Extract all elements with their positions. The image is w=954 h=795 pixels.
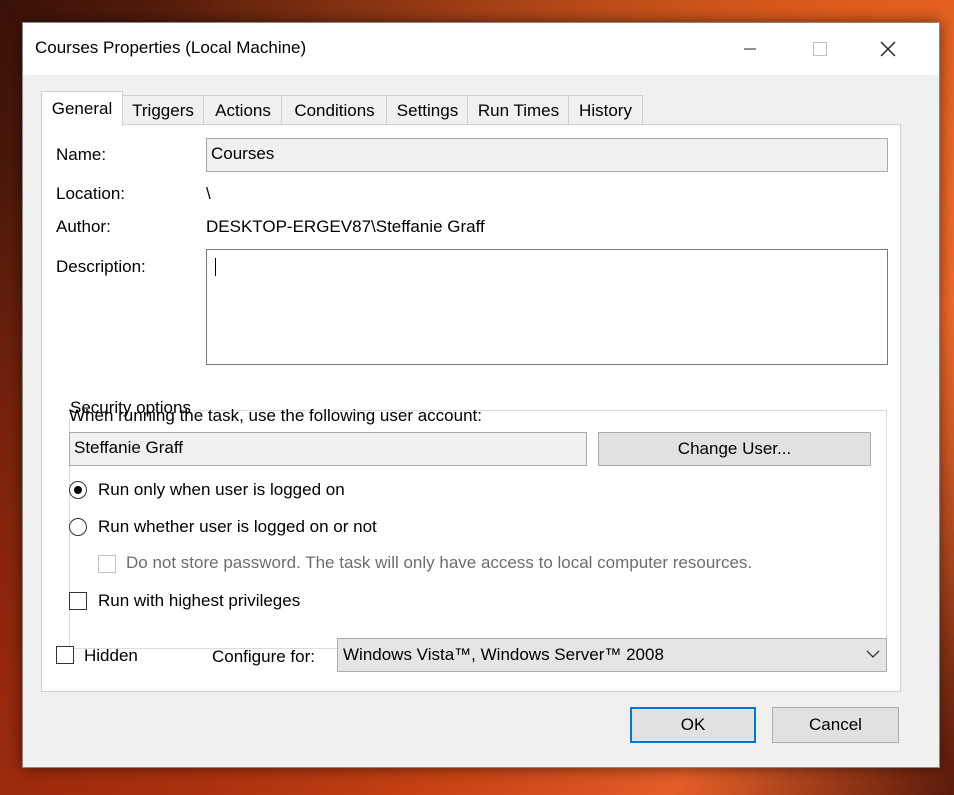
close-icon: [880, 41, 896, 57]
configure-for-label: Configure for:: [212, 647, 315, 666]
author-value: DESKTOP-ERGEV87\Steffanie Graff: [206, 217, 485, 236]
name-label: Name:: [56, 145, 107, 164]
description-field[interactable]: [206, 249, 888, 365]
hidden-checkbox[interactable]: [56, 646, 74, 664]
chevron-down-icon: [866, 650, 880, 658]
close-button[interactable]: [868, 33, 908, 65]
properties-dialog: Courses Properties (Local Machine) Gener…: [22, 22, 940, 768]
title-bar: Courses Properties (Local Machine): [23, 23, 939, 75]
minimize-icon: [744, 48, 756, 50]
hidden-label[interactable]: Hidden: [84, 646, 138, 666]
tab-history[interactable]: History: [568, 95, 643, 125]
author-label: Author:: [56, 217, 111, 236]
configure-for-value: Windows Vista™, Windows Server™ 2008: [343, 645, 664, 664]
cancel-button[interactable]: Cancel: [772, 707, 899, 743]
change-user-button[interactable]: Change User...: [598, 432, 871, 466]
maximize-button[interactable]: [800, 33, 840, 65]
account-prompt: When running the task, use the following…: [69, 406, 482, 425]
maximize-icon: [813, 42, 827, 56]
description-label: Description:: [56, 257, 146, 276]
tab-actions[interactable]: Actions: [203, 95, 283, 125]
radio-run-whether-label[interactable]: Run whether user is logged on or not: [98, 517, 377, 537]
location-value: \: [206, 184, 211, 203]
ok-button[interactable]: OK: [630, 707, 756, 743]
highest-privileges-checkbox[interactable]: [69, 592, 87, 610]
tab-run-times[interactable]: Run Times: [467, 95, 570, 125]
no-store-password-label: Do not store password. The task will onl…: [126, 553, 753, 572]
radio-run-logged-on[interactable]: [69, 481, 87, 499]
radio-run-whether-logged-on[interactable]: [69, 518, 87, 536]
radio-run-logged-on-label[interactable]: Run only when user is logged on: [98, 480, 345, 500]
name-field[interactable]: Courses: [206, 138, 888, 172]
highest-privileges-label[interactable]: Run with highest privileges: [98, 591, 300, 611]
general-tab-panel: Name: Courses Location: \ Author: DESKTO…: [41, 124, 901, 692]
window-title: Courses Properties (Local Machine): [35, 38, 307, 57]
location-label: Location:: [56, 184, 125, 203]
tab-conditions[interactable]: Conditions: [281, 95, 388, 125]
tab-settings[interactable]: Settings: [386, 95, 469, 125]
user-account-field: Steffanie Graff: [69, 432, 587, 466]
configure-for-select[interactable]: Windows Vista™, Windows Server™ 2008: [337, 638, 887, 672]
minimize-button[interactable]: [730, 33, 770, 65]
text-caret: [215, 258, 216, 276]
tab-general[interactable]: General: [41, 91, 123, 126]
no-store-password-checkbox: [98, 555, 116, 573]
tab-triggers[interactable]: Triggers: [121, 95, 205, 125]
radio-selected-dot: [74, 486, 82, 494]
